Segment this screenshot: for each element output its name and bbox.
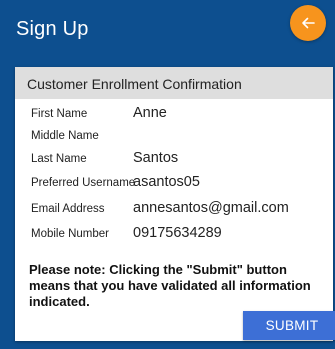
back-button[interactable] bbox=[290, 5, 326, 41]
page-title: Sign Up bbox=[16, 18, 89, 40]
field-row-username: Preferred Username asantos05 bbox=[15, 173, 333, 195]
field-value: annesantos@gmail.com bbox=[133, 200, 289, 216]
field-label: Preferred Username bbox=[31, 177, 136, 189]
field-row-last-name: Last Name Santos bbox=[15, 149, 333, 171]
field-label: First Name bbox=[31, 108, 88, 120]
card-header-title: Customer Enrollment Confirmation bbox=[27, 76, 242, 92]
field-row-first-name: First Name Anne bbox=[15, 104, 333, 126]
field-value: asantos05 bbox=[133, 174, 200, 190]
field-row-middle-name: Middle Name bbox=[15, 126, 333, 148]
field-value: 09175634289 bbox=[133, 225, 222, 241]
field-label: Last Name bbox=[31, 153, 87, 165]
field-value: Santos bbox=[133, 150, 179, 166]
field-row-mobile: Mobile Number 09175634289 bbox=[15, 224, 333, 246]
app-bar: Sign Up bbox=[0, 0, 335, 64]
arrow-left-icon bbox=[302, 17, 315, 29]
submit-button[interactable]: SUBMIT bbox=[243, 311, 335, 340]
field-label: Email Address bbox=[31, 203, 105, 215]
field-label: Mobile Number bbox=[31, 228, 109, 240]
confirmation-card: Customer Enrollment Confirmation First N… bbox=[15, 67, 335, 341]
field-row-email: Email Address annesantos@gmail.com bbox=[15, 199, 333, 221]
card-header: Customer Enrollment Confirmation bbox=[15, 67, 333, 99]
field-label: Middle Name bbox=[31, 130, 99, 142]
validation-notice: Please note: Clicking the "Submit" butto… bbox=[29, 262, 311, 309]
field-value: Anne bbox=[133, 105, 167, 121]
